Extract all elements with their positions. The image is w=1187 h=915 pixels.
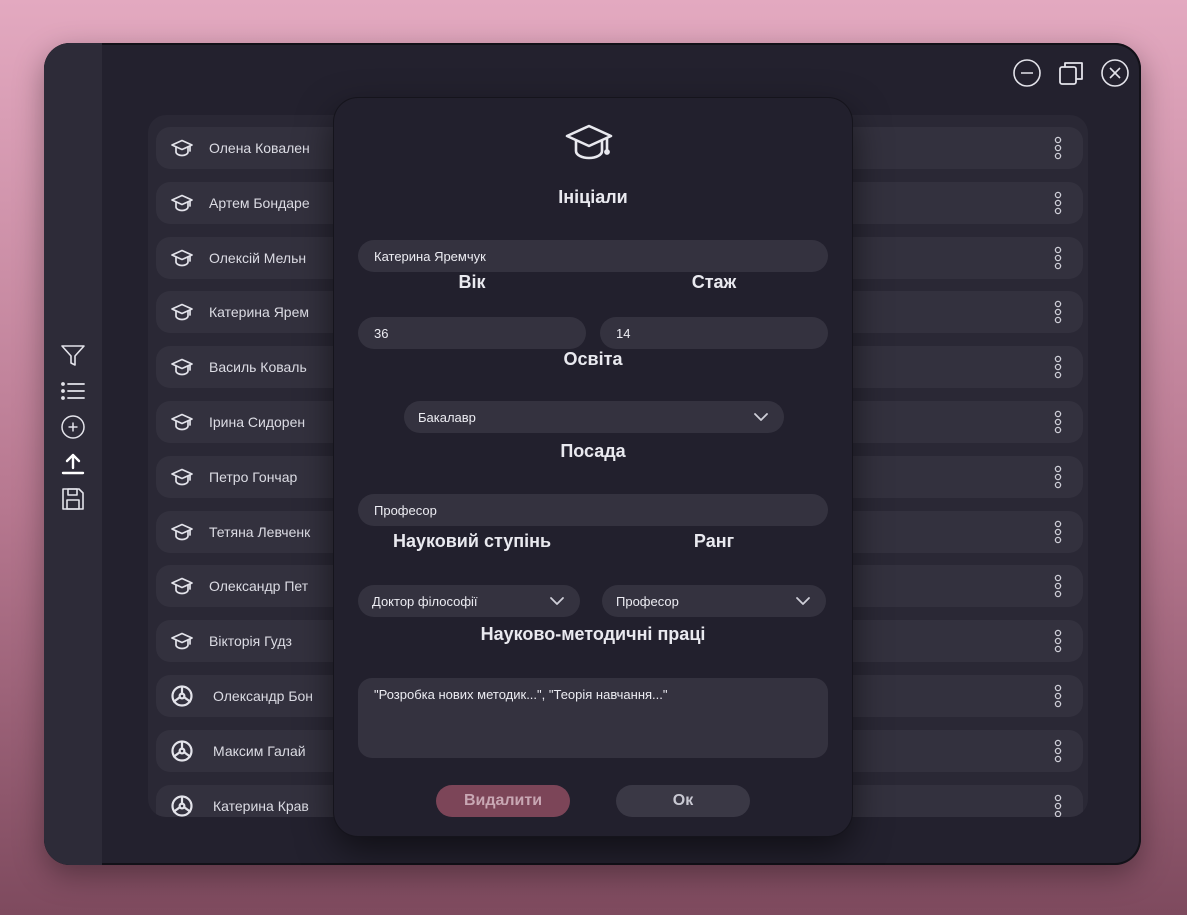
rank-select[interactable]: Професор bbox=[602, 585, 826, 617]
rank-label: Ранг bbox=[693, 531, 735, 551]
steering-wheel-icon bbox=[170, 684, 194, 708]
chevron-down-icon bbox=[754, 413, 768, 421]
chevron-down-icon bbox=[796, 597, 810, 605]
list-item-name: Олександр Бон bbox=[213, 688, 314, 704]
education-label: Освіта bbox=[563, 349, 623, 369]
position-label: Посада bbox=[560, 441, 626, 461]
list-item-name: Василь Коваль bbox=[209, 359, 307, 376]
more-vertical-icon[interactable] bbox=[1053, 519, 1063, 545]
position-field[interactable]: Професор bbox=[358, 494, 828, 526]
ok-button[interactable]: Ок bbox=[616, 785, 750, 817]
sidebar bbox=[44, 43, 102, 865]
list-item-name: Катерина Ярем bbox=[209, 304, 309, 321]
graduation-cap-icon bbox=[170, 465, 194, 489]
experience-field[interactable]: 14 bbox=[600, 317, 828, 349]
graduation-cap-icon bbox=[170, 136, 194, 160]
list-item-name: Олена Ковален bbox=[209, 140, 310, 156]
more-vertical-icon[interactable] bbox=[1053, 628, 1063, 654]
list-icon[interactable] bbox=[56, 374, 90, 408]
works-textarea[interactable]: "Розробка нових методик...", "Теорія нав… bbox=[358, 678, 828, 758]
more-vertical-icon[interactable] bbox=[1053, 793, 1063, 817]
list-item-name: Максим Галай bbox=[213, 742, 306, 759]
list-item-name: Олександр Пет bbox=[209, 578, 309, 595]
upload-icon[interactable] bbox=[56, 446, 90, 480]
initials-label: Ініціали bbox=[558, 187, 628, 207]
age-label: Вік bbox=[458, 272, 486, 292]
list-item-name: Олексій Мельн bbox=[209, 249, 307, 266]
list-item-name: Ірина Сидорен bbox=[209, 414, 306, 430]
rank-value: Професор bbox=[616, 594, 679, 609]
more-vertical-icon[interactable] bbox=[1053, 299, 1063, 325]
graduation-cap-icon bbox=[170, 191, 194, 215]
list-item-name: Артем Бондаре bbox=[209, 194, 310, 211]
delete-button[interactable]: Видалити bbox=[436, 785, 570, 817]
save-icon[interactable] bbox=[56, 482, 90, 516]
more-vertical-icon[interactable] bbox=[1053, 135, 1063, 161]
list-item-name: Тетяна Левченк bbox=[209, 523, 311, 540]
initials-field[interactable]: Катерина Яремчук bbox=[358, 240, 828, 272]
edit-person-dialog: Ініціали Катерина Яремчук Вік Стаж 36 14… bbox=[334, 98, 852, 836]
graduation-cap-icon bbox=[565, 124, 613, 160]
graduation-cap-icon bbox=[170, 574, 194, 598]
more-vertical-icon[interactable] bbox=[1053, 409, 1063, 435]
more-vertical-icon[interactable] bbox=[1053, 190, 1063, 216]
age-field[interactable]: 36 bbox=[358, 317, 586, 349]
more-vertical-icon[interactable] bbox=[1053, 245, 1063, 271]
more-vertical-icon[interactable] bbox=[1053, 573, 1063, 599]
list-item-name: Вікторія Гудз bbox=[209, 633, 292, 650]
degree-label: Науковий ступінь bbox=[392, 531, 552, 551]
filter-icon[interactable] bbox=[56, 338, 90, 372]
experience-label: Стаж bbox=[691, 272, 737, 292]
graduation-cap-icon bbox=[170, 300, 194, 324]
close-circle-icon[interactable] bbox=[1099, 57, 1131, 89]
more-vertical-icon[interactable] bbox=[1053, 354, 1063, 380]
more-vertical-icon[interactable] bbox=[1053, 683, 1063, 709]
list-item-name: Петро Гончар bbox=[209, 468, 298, 485]
graduation-cap-icon bbox=[170, 246, 194, 270]
degree-value: Доктор філософії bbox=[372, 594, 478, 609]
plus-circle-icon[interactable] bbox=[56, 410, 90, 444]
minus-circle-icon[interactable] bbox=[1011, 57, 1043, 89]
restore-icon[interactable] bbox=[1055, 57, 1087, 89]
steering-wheel-icon bbox=[170, 739, 194, 763]
list-item-name: Катерина Крав bbox=[213, 797, 309, 814]
more-vertical-icon[interactable] bbox=[1053, 464, 1063, 490]
graduation-cap-icon bbox=[170, 629, 194, 653]
graduation-cap-icon bbox=[170, 410, 194, 434]
graduation-cap-icon bbox=[170, 520, 194, 544]
education-select[interactable]: Бакалавр bbox=[404, 401, 784, 433]
education-value: Бакалавр bbox=[418, 410, 476, 425]
more-vertical-icon[interactable] bbox=[1053, 738, 1063, 764]
graduation-cap-icon bbox=[170, 355, 194, 379]
degree-select[interactable]: Доктор філософії bbox=[358, 585, 580, 617]
works-label: Науково-методичні праці bbox=[480, 624, 706, 644]
app-window: Олена Ковален Артем Бондаре Олексій Мельн К… bbox=[44, 43, 1141, 865]
chevron-down-icon bbox=[550, 597, 564, 605]
steering-wheel-icon bbox=[170, 794, 194, 817]
window-controls bbox=[1011, 57, 1131, 89]
